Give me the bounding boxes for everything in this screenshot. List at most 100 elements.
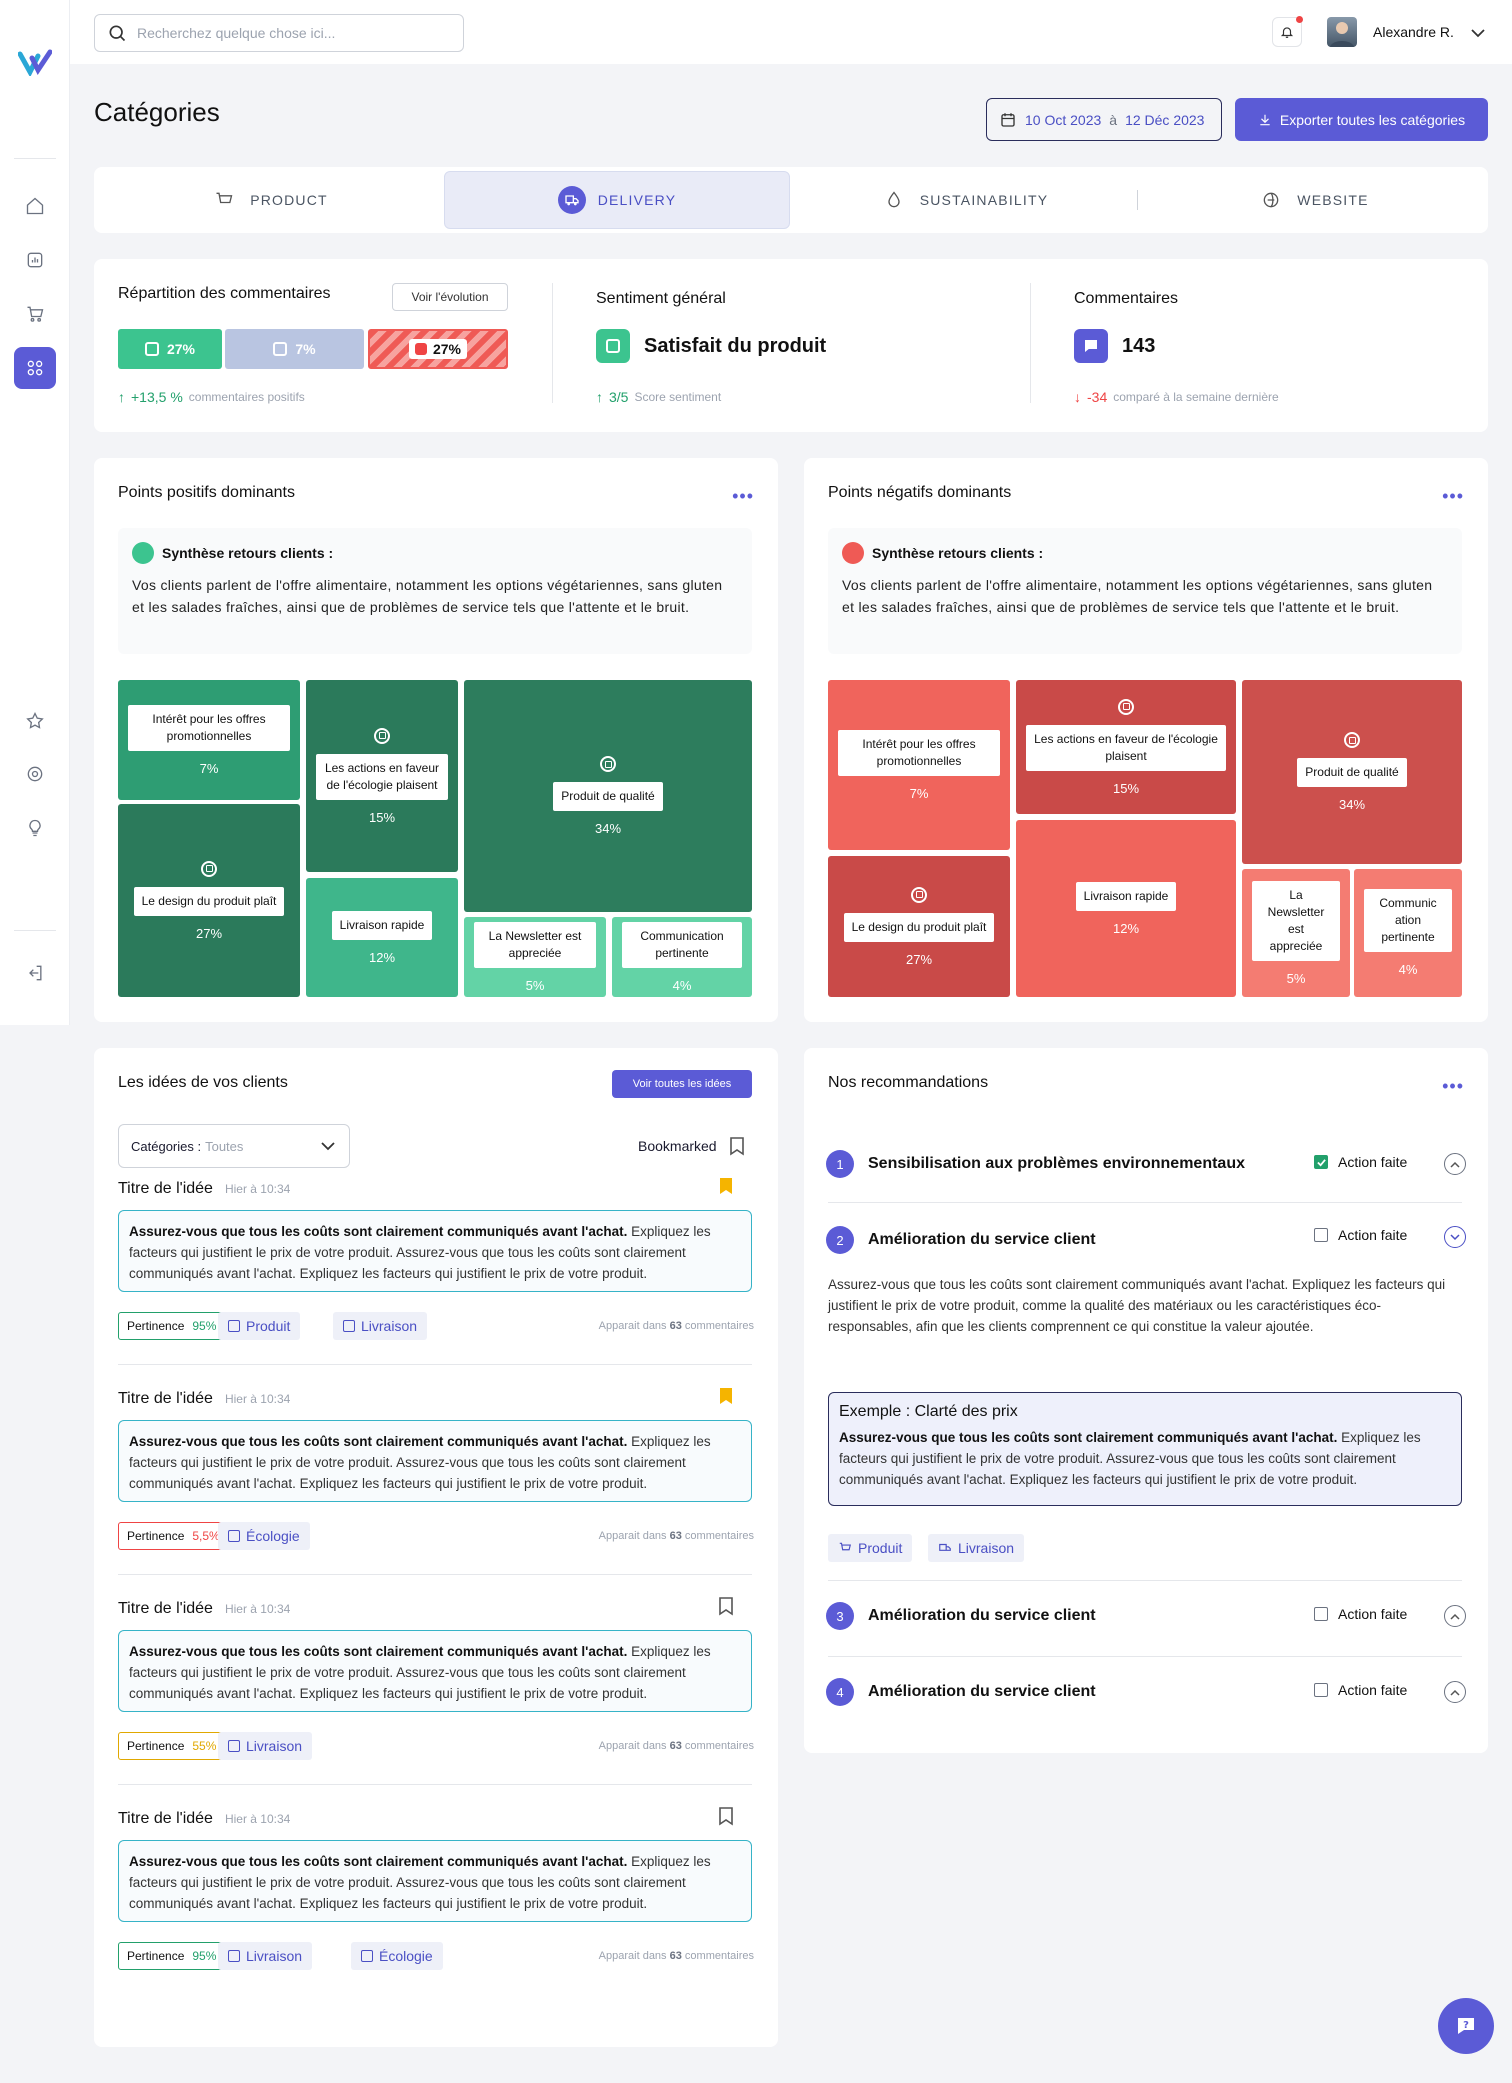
tab-delivery[interactable]: DELIVERY — [444, 171, 790, 229]
avatar[interactable] — [1327, 17, 1357, 47]
treemap-tile[interactable]: Produit de qualité 34% — [1242, 680, 1462, 864]
date-separator: à — [1109, 111, 1118, 128]
tile-label: Le design du produit plaît — [843, 912, 995, 942]
rec-title[interactable]: Sensibilisation aux problèmes environnem… — [868, 1155, 1245, 1173]
treemap-tile[interactable]: Le design du produit plaît 27% — [828, 856, 1010, 997]
cart-icon — [210, 186, 238, 214]
star-icon[interactable] — [14, 700, 56, 742]
rec-title[interactable]: Amélioration du service client — [868, 1607, 1096, 1625]
export-button[interactable]: Exporter toutes les catégories — [1235, 98, 1488, 141]
notifications-button[interactable] — [1272, 16, 1303, 47]
chevron-down-icon[interactable] — [1444, 1226, 1466, 1248]
cart-icon[interactable] — [14, 293, 56, 335]
bookmark-outline-icon[interactable] — [718, 1596, 734, 1616]
idea-title: Titre de l'idée — [118, 1810, 213, 1827]
bookmark-outline-icon[interactable] — [718, 1806, 734, 1826]
svg-text:?: ? — [1463, 2020, 1469, 2031]
treemap-tile[interactable]: Communication pertinente 4% — [612, 917, 752, 997]
tag-ecologie[interactable]: Écologie — [351, 1942, 443, 1970]
action-done-checkbox[interactable]: Action faite — [1314, 1682, 1407, 1698]
tab-label: WEBSITE — [1297, 192, 1369, 208]
idea-title-row[interactable]: Titre de l'idée Hier à 10:34 — [118, 1600, 290, 1618]
home-icon[interactable] — [14, 185, 56, 227]
tag-livraison[interactable]: Livraison — [333, 1312, 428, 1340]
treemap-tile[interactable]: Livraison rapide 12% — [306, 878, 458, 997]
tag-livraison[interactable]: Livraison — [218, 1732, 313, 1760]
action-done-checkbox[interactable]: Action faite — [1314, 1227, 1407, 1243]
search-box[interactable] — [94, 14, 464, 52]
tag-livraison[interactable]: Livraison — [218, 1942, 313, 1970]
bookmark-filled-icon[interactable] — [718, 1386, 734, 1406]
sad-icon — [414, 343, 427, 355]
treemap-tile[interactable]: Les actions en faveur de l'écologie plai… — [1016, 680, 1236, 814]
chevron-down-icon[interactable] — [1470, 26, 1486, 44]
treemap-tile[interactable]: Communic ation pertinente 4% — [1354, 869, 1462, 997]
rec-title[interactable]: Amélioration du service client — [868, 1231, 1096, 1249]
neutral-percent: 7% — [295, 341, 316, 357]
treemap-tile[interactable]: Livraison rapide 12% — [1016, 820, 1236, 997]
settings-icon[interactable] — [14, 753, 56, 795]
help-chat-button[interactable]: ? — [1438, 1998, 1494, 2054]
logout-icon[interactable] — [14, 952, 56, 994]
more-icon[interactable]: ••• — [1442, 1076, 1464, 1097]
search-input[interactable] — [137, 25, 437, 41]
tag-produit[interactable]: Produit — [218, 1312, 301, 1340]
idea-title-row[interactable]: Titre de l'idée Hier à 10:34 — [118, 1180, 290, 1198]
sentiment-score: ↑ 3/5 Score sentiment — [596, 389, 721, 405]
checkbox-unchecked — [1314, 1607, 1328, 1621]
dashboard-icon[interactable] — [14, 239, 56, 281]
rec-title[interactable]: Amélioration du service client — [868, 1683, 1096, 1701]
tile-percent: 4% — [672, 977, 692, 993]
comments-title: Commentaires — [1074, 290, 1179, 307]
action-done-checkbox[interactable]: Action faite — [1314, 1606, 1407, 1622]
positive-bar: 27% — [118, 329, 222, 369]
chevron-up-icon[interactable] — [1444, 1605, 1466, 1627]
treemap-tile[interactable]: La Newsletter est appreciée 5% — [464, 917, 606, 997]
divider — [828, 1580, 1462, 1581]
lightbulb-icon[interactable] — [14, 807, 56, 849]
treemap-tile[interactable]: Produit de qualité 34% — [464, 680, 752, 912]
categories-icon[interactable] — [14, 347, 56, 389]
tile-percent: 4% — [1398, 962, 1418, 977]
pertinence-badge: Pertinence 5,5% — [118, 1522, 229, 1550]
idea-time: Hier à 10:34 — [224, 1812, 291, 1826]
tag-livraison[interactable]: Livraison — [928, 1534, 1025, 1562]
chevron-up-icon[interactable] — [1444, 1681, 1466, 1703]
bookmark-filled-icon[interactable] — [718, 1176, 734, 1196]
tab-website[interactable]: WEBSITE — [1138, 171, 1488, 229]
date-from: 10 Oct 2023 — [1025, 111, 1102, 128]
treemap-tile[interactable]: La Newsletter est appreciée 5% — [1242, 869, 1350, 997]
more-icon[interactable]: ••• — [732, 486, 754, 507]
more-icon[interactable]: ••• — [1442, 486, 1464, 507]
download-icon — [1260, 114, 1270, 125]
treemap-tile[interactable]: Intérêt pour les offres promotionnelles 7… — [118, 680, 300, 800]
chevron-up-icon[interactable] — [1444, 1153, 1466, 1175]
evolution-button[interactable]: Voir l'évolution — [392, 283, 508, 311]
idea-time: Hier à 10:34 — [224, 1602, 291, 1616]
tile-icon — [1118, 698, 1134, 715]
tab-label: SUSTAINABILITY — [919, 192, 1049, 208]
username[interactable]: Alexandre R. — [1373, 24, 1454, 40]
tab-sustainability[interactable]: SUSTAINABILITY — [790, 171, 1138, 229]
treemap-tile[interactable]: Les actions en faveur de l'écologie plai… — [306, 680, 458, 872]
idea-title-row[interactable]: Titre de l'idée Hier à 10:34 — [118, 1810, 290, 1828]
tab-product[interactable]: PRODUCT — [94, 171, 444, 229]
app-logo[interactable] — [17, 48, 53, 78]
summary-title: Synthèse retours clients : — [162, 545, 334, 561]
treemap-tile[interactable]: Intérêt pour les offres promotionnelles 7… — [828, 680, 1010, 850]
bookmarked-filter[interactable]: Bookmarked — [638, 1136, 745, 1156]
category-filter[interactable]: Catégories : Toutes — [118, 1124, 350, 1168]
date-range-button[interactable]: 10 Oct 2023 à 12 Déc 2023 — [986, 98, 1222, 141]
treemap-tile[interactable]: Le design du produit plaît 27% — [118, 804, 300, 997]
see-all-ideas-button[interactable]: Voir toutes les idées — [612, 1070, 752, 1098]
tile-icon — [1344, 732, 1360, 748]
stats-card: Répartition des commentaires Voir l'évol… — [94, 259, 1488, 432]
negative-title: Points négatifs dominants — [828, 484, 1012, 501]
tag-produit[interactable]: Produit — [828, 1534, 913, 1562]
arrow-up-icon: ↑ — [118, 389, 125, 405]
appears-pre: Apparait dans — [598, 1530, 670, 1542]
idea-title-row[interactable]: Titre de l'idée Hier à 10:34 — [118, 1390, 290, 1408]
action-done-checkbox[interactable]: Action faite — [1314, 1154, 1407, 1170]
idea-text: Assurez-vous que tous les coûts sont cla… — [118, 1630, 752, 1712]
tag-ecologie[interactable]: Écologie — [218, 1522, 310, 1550]
